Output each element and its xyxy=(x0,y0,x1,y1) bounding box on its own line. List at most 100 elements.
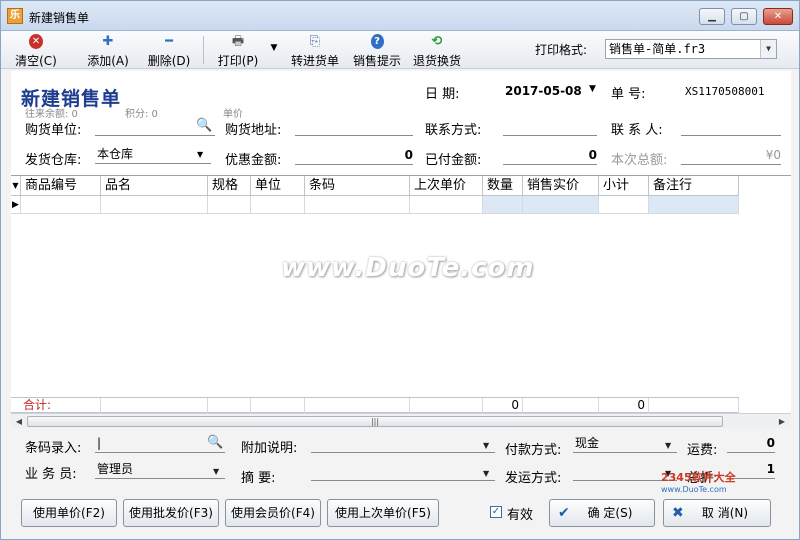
print-format-select[interactable]: 销售单-简单.fr3 ▼ xyxy=(605,39,777,59)
chevron-down-icon[interactable]: ▼ xyxy=(197,150,203,159)
barcode-label: 条码录入: xyxy=(25,441,82,456)
use-last-price-button[interactable]: 使用上次单价(F5) xyxy=(327,499,439,527)
salesman-select[interactable]: 管理员 xyxy=(95,461,225,479)
close-icon: ✖ xyxy=(672,505,684,521)
column-header[interactable]: 小计 xyxy=(599,176,649,196)
sales-hint-button[interactable]: ? 销售提示 xyxy=(347,34,407,68)
discount-input[interactable]: 0 xyxy=(295,147,413,165)
table-cell[interactable] xyxy=(599,196,649,214)
column-header[interactable]: 商品编号 xyxy=(21,176,101,196)
table-cell xyxy=(649,398,739,413)
grid-header: ▼ 商品编号 品名 规格 单位 条码 上次单价 数量 销售实价 小计 备注行 xyxy=(11,176,739,196)
cancel-label: 取 消(N) xyxy=(701,506,749,520)
help-icon: ? xyxy=(370,34,384,49)
salesman-label: 业 务 员: xyxy=(25,467,77,482)
paid-input[interactable]: 0 xyxy=(503,147,597,165)
convert-label: 转进货单 xyxy=(290,54,339,68)
chevron-down-icon[interactable]: ▼ xyxy=(483,441,489,450)
use-wholesale-price-button[interactable]: 使用批发价(F3) xyxy=(123,499,219,527)
return-exchange-button[interactable]: ⟲ 退货换货 xyxy=(407,34,467,68)
print-format-value: 销售单-简单.fr3 xyxy=(609,42,706,56)
table-cell[interactable] xyxy=(208,196,251,214)
warehouse-label: 发货仓库: xyxy=(25,153,82,168)
print-format-label: 打印格式: xyxy=(535,43,588,57)
table-cell[interactable] xyxy=(649,196,739,214)
payment-select[interactable]: 现金 xyxy=(573,435,677,453)
warehouse-value: 本仓库 xyxy=(97,147,134,161)
barcode-input[interactable]: | xyxy=(95,435,225,453)
convert-purchase-button[interactable]: ⎘ 转进货单 xyxy=(285,34,345,68)
column-header[interactable]: 规格 xyxy=(208,176,251,196)
maximize-button[interactable]: ▢ xyxy=(731,8,757,25)
scrollbar-thumb[interactable]: ||| xyxy=(27,416,723,427)
scroll-right-icon[interactable]: ▶ xyxy=(775,415,789,428)
column-header[interactable]: 上次单价 xyxy=(410,176,483,196)
items-grid[interactable]: ▼ 商品编号 品名 规格 单位 条码 上次单价 数量 销售实价 小计 备注行 ▶ xyxy=(11,175,791,428)
column-header[interactable]: 条码 xyxy=(305,176,410,196)
warehouse-select[interactable]: 本仓库 xyxy=(95,146,211,164)
clear-button[interactable]: ✕ 清空(C) xyxy=(7,34,65,68)
date-label: 日 期: xyxy=(425,87,460,102)
summary-input[interactable] xyxy=(311,463,495,481)
title-bar[interactable]: 乐 新建销售单 ▁ ▢ ✕ xyxy=(1,1,799,31)
search-icon[interactable]: 🔍 xyxy=(196,118,212,133)
payment-label: 付款方式: xyxy=(505,443,562,458)
logo-text: 2345软件大全 xyxy=(661,471,736,484)
contact-person-label: 联 系 人: xyxy=(611,123,663,138)
contact-method-input[interactable] xyxy=(503,118,597,136)
barcode-value: | xyxy=(97,436,102,450)
note-label: 附加说明: xyxy=(241,441,298,456)
table-cell[interactable] xyxy=(483,196,523,214)
table-cell[interactable] xyxy=(21,196,101,214)
row-selector-header-icon: ▼ xyxy=(11,176,21,196)
column-header[interactable]: 数量 xyxy=(483,176,523,196)
scroll-left-icon[interactable]: ◀ xyxy=(12,415,26,428)
date-dropdown-icon[interactable]: ▼ xyxy=(589,84,596,94)
table-cell[interactable] xyxy=(101,196,208,214)
table-cell[interactable] xyxy=(305,196,410,214)
delete-button[interactable]: ━ 删除(D) xyxy=(141,34,197,68)
add-button[interactable]: ✚ 添加(A) xyxy=(81,34,135,68)
contact-method-label: 联系方式: xyxy=(425,123,482,138)
app-icon: 乐 xyxy=(7,8,23,24)
horizontal-scrollbar[interactable]: ◀ ||| ▶ xyxy=(11,413,791,428)
table-cell[interactable] xyxy=(523,196,599,214)
table-cell[interactable] xyxy=(251,196,305,214)
return-icon: ⟲ xyxy=(431,34,443,49)
chevron-down-icon[interactable]: ▼ xyxy=(213,467,219,476)
order-header-form: 新建销售单 往来余额: 0 积分: 0 单价 日 期: 2017-05-08 ▼… xyxy=(11,71,791,175)
number-value: XS1170508001 xyxy=(685,85,765,98)
convert-icon: ⎘ xyxy=(309,34,321,49)
column-header[interactable]: 备注行 xyxy=(649,176,739,196)
column-header[interactable]: 品名 xyxy=(101,176,208,196)
chevron-down-icon[interactable]: ▼ xyxy=(483,469,489,478)
table-cell[interactable] xyxy=(410,196,483,214)
shipping-label: 发运方式: xyxy=(505,471,562,486)
contact-person-input[interactable] xyxy=(681,118,781,136)
address-input[interactable] xyxy=(295,118,413,136)
ok-button[interactable]: ✔ 确 定(S) xyxy=(549,499,655,527)
minimize-button[interactable]: ▁ xyxy=(699,8,725,25)
search-icon[interactable]: 🔍 xyxy=(207,435,223,450)
chevron-down-icon[interactable]: ▼ xyxy=(665,441,671,450)
print-button[interactable]: 🖶 打印(P) xyxy=(209,34,267,68)
use-unit-price-button[interactable]: 使用单价(F2) xyxy=(21,499,117,527)
address-label: 购货地址: xyxy=(225,123,282,138)
clear-label: 清空(C) xyxy=(15,54,57,68)
delete-label: 删除(D) xyxy=(147,54,191,68)
column-header[interactable]: 销售实价 xyxy=(523,176,599,196)
close-button[interactable]: ✕ xyxy=(763,8,793,25)
valid-checkbox[interactable]: ✓ xyxy=(490,506,502,518)
chevron-down-icon[interactable]: ▼ xyxy=(760,40,776,58)
date-value[interactable]: 2017-05-08 xyxy=(505,84,582,98)
table-cell xyxy=(523,398,599,413)
freight-input[interactable]: 0 xyxy=(727,435,775,453)
column-header[interactable]: 单位 xyxy=(251,176,305,196)
salesman-value: 管理员 xyxy=(97,462,134,476)
note-input[interactable] xyxy=(311,435,495,453)
cancel-button[interactable]: ✖ 取 消(N) xyxy=(663,499,771,527)
delete-icon: ━ xyxy=(165,34,173,49)
logo-subtext: www.DuoTe.com xyxy=(661,485,727,494)
use-member-price-button[interactable]: 使用会员价(F4) xyxy=(225,499,321,527)
return-label: 退货换货 xyxy=(412,54,461,68)
